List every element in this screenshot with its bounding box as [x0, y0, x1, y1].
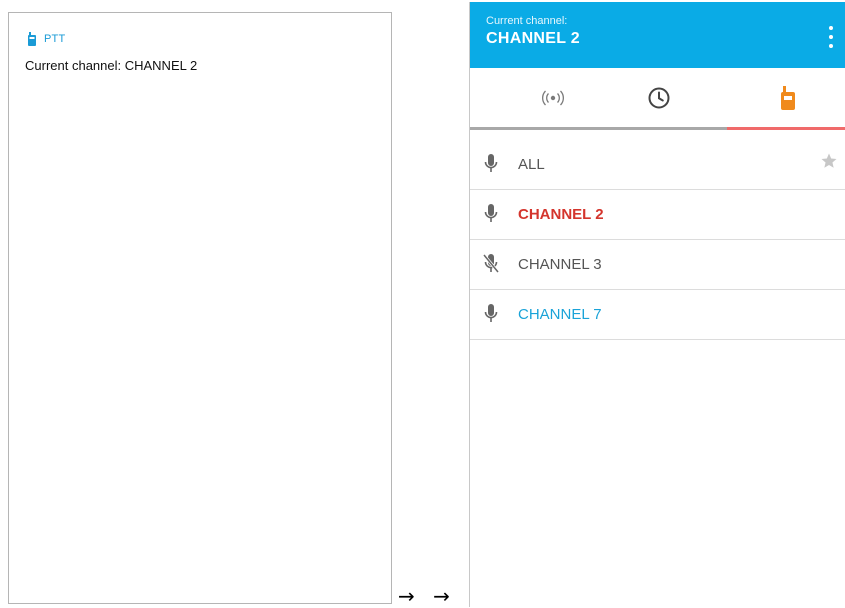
mic-icon [484, 204, 498, 222]
app-bar: Current channel: CHANNEL 2 [470, 2, 845, 68]
notification-panel: PTT Current channel: CHANNEL 2 [8, 12, 392, 604]
current-channel-name: CHANNEL 2 [486, 30, 580, 47]
channel-row-channel-7[interactable]: CHANNEL 7 [470, 290, 845, 340]
star-icon[interactable] [820, 152, 838, 170]
mic-icon [484, 154, 498, 172]
notification-app-name: PTT [44, 33, 66, 45]
tab-walkie-talkie[interactable] [725, 68, 845, 128]
channel-label: CHANNEL 7 [518, 306, 602, 323]
channel-label: CHANNEL 3 [518, 256, 602, 273]
notification-header: PTT [27, 32, 65, 46]
tab-divider [470, 127, 727, 130]
history-clock-icon [648, 87, 669, 109]
channel-row-all[interactable]: ALL [470, 140, 845, 190]
current-channel-caption: Current channel: [486, 15, 568, 27]
channel-label: ALL [518, 156, 545, 173]
mic-off-icon [483, 254, 499, 273]
tab-bar [470, 68, 845, 130]
channel-row-channel-2[interactable]: CHANNEL 2 [470, 190, 845, 240]
broadcast-icon [541, 90, 564, 106]
channel-list: ALL CHANNEL 2 CHANNEL 3 CHANNEL 7 [470, 140, 845, 340]
tab-history[interactable] [596, 68, 721, 128]
transition-arrows: → → [398, 584, 456, 608]
channel-label: CHANNEL 2 [518, 206, 604, 223]
notification-text: Current channel: CHANNEL 2 [25, 58, 198, 73]
mic-icon [484, 304, 498, 322]
tab-active-indicator [727, 127, 845, 130]
channel-row-channel-3[interactable]: CHANNEL 3 [470, 240, 845, 290]
ptt-app-screen: Current channel: CHANNEL 2 ALL CHANNEL 2… [469, 2, 845, 607]
walkie-talkie-icon [780, 86, 795, 110]
walkie-talkie-icon [28, 32, 36, 46]
more-vert-icon[interactable] [826, 26, 836, 48]
